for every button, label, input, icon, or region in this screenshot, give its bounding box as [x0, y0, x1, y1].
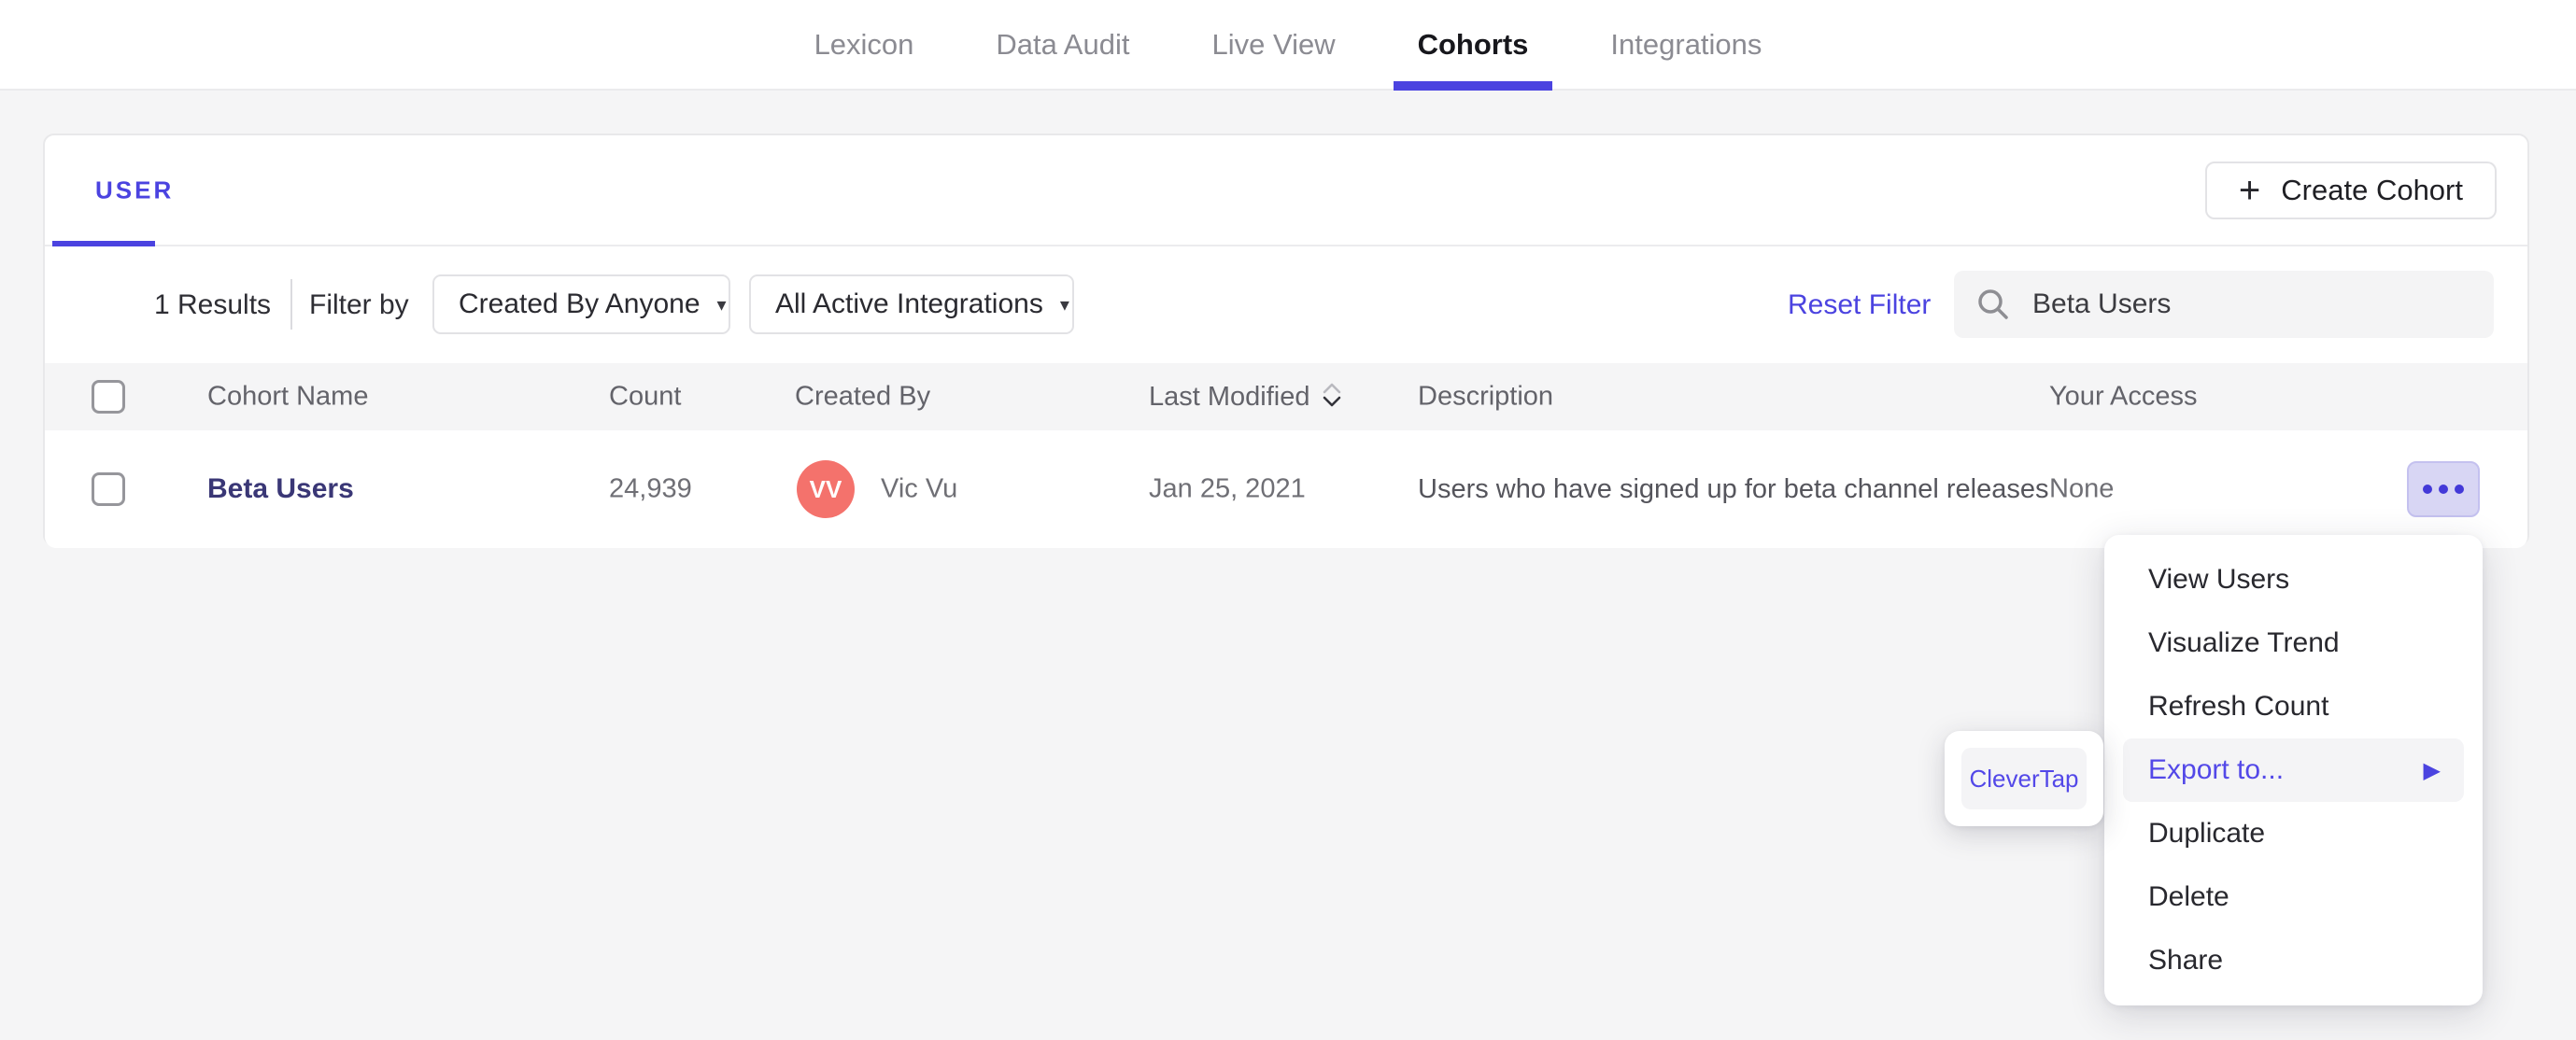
select-all-checkbox[interactable] — [92, 380, 125, 414]
table-header: Cohort Name Count Created By Last Modifi… — [45, 363, 2527, 430]
nav-tab-integrations[interactable]: Integrations — [1610, 0, 1762, 89]
filter-by-label: Filter by — [309, 288, 409, 320]
last-modified-date: Jan 25, 2021 — [1149, 473, 1306, 504]
submenu-item-clevertap[interactable]: CleverTap — [1961, 748, 2087, 809]
plus-icon: + — [2238, 170, 2261, 211]
created-by-filter-dropdown[interactable]: Created By Anyone ▾ — [432, 274, 730, 334]
more-options-dot-icon — [2455, 485, 2464, 494]
cohort-count: 24,939 — [609, 473, 692, 504]
header-your-access: Your Access — [2049, 381, 2198, 412]
menu-item-delete[interactable]: Delete — [2104, 865, 2483, 929]
header-description: Description — [1418, 381, 1554, 412]
top-navbar: Lexicon Data Audit Live View Cohorts Int… — [0, 0, 2576, 91]
sort-icon[interactable] — [1322, 381, 1342, 409]
search-box[interactable] — [1954, 271, 2494, 338]
menu-item-share[interactable]: Share — [2104, 929, 2483, 992]
cohort-name-link[interactable]: Beta Users — [207, 473, 354, 505]
nav-tab-live-view[interactable]: Live View — [1211, 0, 1335, 89]
more-options-button[interactable] — [2407, 461, 2480, 517]
nav-tab-cohorts[interactable]: Cohorts — [1393, 0, 1553, 91]
created-by-name: Vic Vu — [881, 473, 958, 504]
avatar: VV — [797, 460, 855, 518]
row-actions-menu: View Users Visualize Trend Refresh Count… — [2104, 535, 2483, 1005]
tab-user[interactable]: USER — [95, 176, 174, 204]
create-cohort-label: Create Cohort — [2281, 174, 2463, 206]
header-last-modified-label: Last Modified — [1149, 382, 1310, 412]
menu-item-export-to[interactable]: Export to... ▶ — [2123, 738, 2464, 802]
created-by-filter-value: Created By Anyone — [459, 288, 701, 319]
table-row[interactable]: Beta Users 24,939 VV Vic Vu Jan 25, 2021… — [45, 430, 2527, 548]
your-access-value: None — [2049, 473, 2115, 504]
search-icon — [1978, 289, 2008, 319]
filter-toolbar: 1 Results Filter by Created By Anyone ▾ … — [45, 246, 2527, 363]
header-cohort-name[interactable]: Cohort Name — [207, 382, 368, 413]
menu-item-export-label: Export to... — [2148, 754, 2285, 785]
more-options-dot-icon — [2423, 485, 2432, 494]
menu-item-view-users[interactable]: View Users — [2104, 548, 2483, 611]
create-cohort-button[interactable]: + Create Cohort — [2204, 162, 2497, 219]
header-created-by[interactable]: Created By — [795, 382, 930, 413]
caret-down-icon: ▾ — [1059, 294, 1069, 316]
export-submenu: CleverTap — [1945, 731, 2103, 826]
more-options-dot-icon — [2439, 485, 2448, 494]
toolbar-divider — [290, 279, 292, 330]
nav-tab-data-audit[interactable]: Data Audit — [996, 0, 1129, 89]
menu-item-visualize-trend[interactable]: Visualize Trend — [2104, 611, 2483, 675]
cohorts-panel: USER + Create Cohort 1 Results Filter by… — [43, 134, 2529, 548]
reset-filter-link[interactable]: Reset Filter — [1788, 289, 1931, 321]
menu-item-duplicate[interactable]: Duplicate — [2104, 802, 2483, 865]
cohort-description: Users who have signed up for beta channe… — [1418, 474, 2049, 504]
submenu-arrow-icon: ▶ — [2423, 757, 2441, 783]
nav-tab-lexicon[interactable]: Lexicon — [814, 0, 914, 89]
header-last-modified[interactable]: Last Modified — [1149, 381, 1342, 413]
cohort-type-tabbar: USER + Create Cohort — [45, 135, 2527, 246]
integrations-filter-dropdown[interactable]: All Active Integrations ▾ — [749, 274, 1074, 334]
row-checkbox[interactable] — [92, 472, 125, 506]
header-count[interactable]: Count — [609, 382, 681, 413]
menu-item-refresh-count[interactable]: Refresh Count — [2104, 675, 2483, 738]
caret-down-icon: ▾ — [716, 294, 727, 316]
integrations-filter-value: All Active Integrations — [775, 288, 1043, 319]
search-input[interactable] — [2032, 288, 2471, 320]
results-count: 1 Results — [154, 288, 272, 320]
